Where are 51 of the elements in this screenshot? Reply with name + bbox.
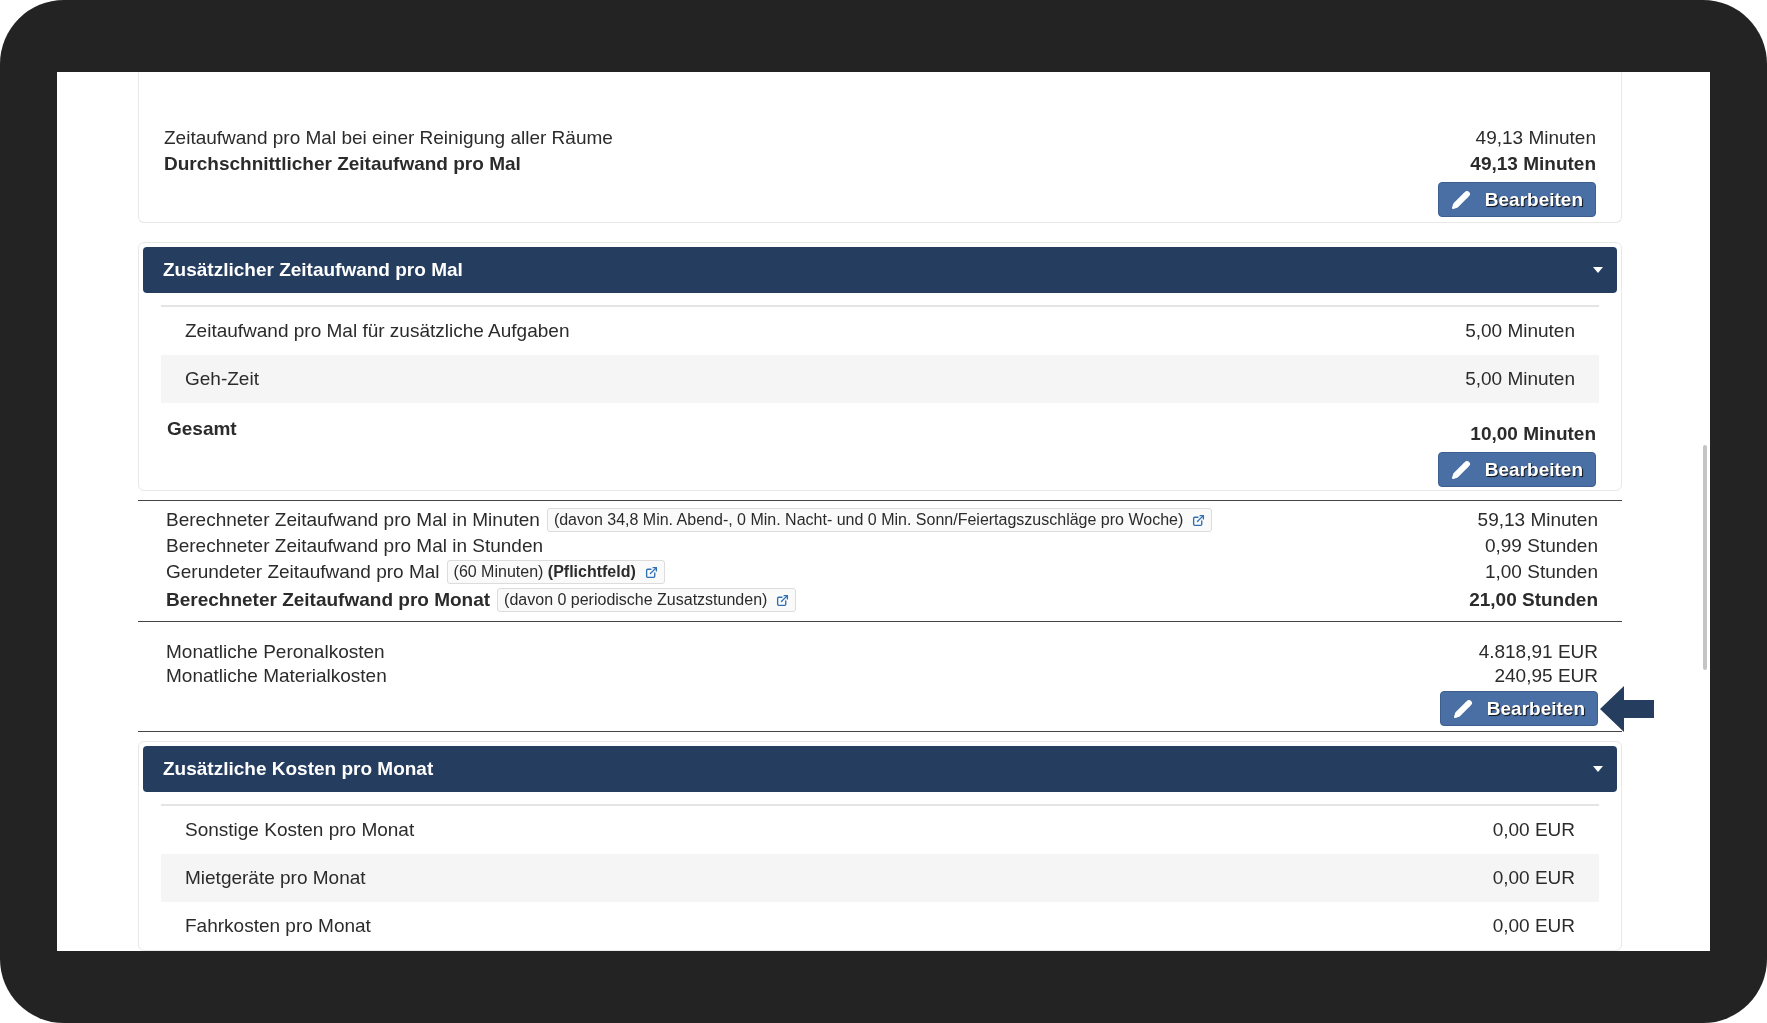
row-value: 5,00 Minuten xyxy=(1465,320,1575,342)
info-tag[interactable]: (davon 34,8 Min. Abend-, 0 Min. Nacht- und 0 Min. Sonn/Feiertagszuschläge pro Woche) xyxy=(546,508,1213,533)
calc-value: 21,00 Stunden xyxy=(1469,588,1598,613)
panel-title: Zusätzliche Kosten pro Monat xyxy=(163,758,434,780)
cost-label: Monatliche Peronalkosten xyxy=(166,640,385,665)
summary-value: 49,13 Minuten xyxy=(1470,152,1596,176)
external-link-icon xyxy=(644,565,658,579)
external-link-icon xyxy=(776,593,790,607)
cost-value: 4.818,91 EUR xyxy=(1478,640,1598,665)
pencil-icon xyxy=(1450,189,1471,210)
row-value: 0,00 EUR xyxy=(1492,915,1575,937)
cost-label: Monatliche Materialkosten xyxy=(166,664,387,689)
pencil-icon xyxy=(1452,698,1473,719)
summary-value: 49,13 Minuten xyxy=(1475,126,1596,150)
arrow-icon xyxy=(1600,686,1654,733)
calc-label: Berechneter Zeitaufwand pro Monat xyxy=(166,588,491,613)
row-value: 0,00 EUR xyxy=(1492,819,1575,841)
total-label: Gesamt xyxy=(167,417,237,441)
pencil-icon xyxy=(1450,459,1471,480)
panel-header[interactable]: Zusätzlicher Zeitaufwand pro Mal xyxy=(143,247,1617,293)
info-tag[interactable]: (davon 0 periodische Zusatzstunden) xyxy=(497,588,797,613)
panel-header[interactable]: Zusätzliche Kosten pro Monat xyxy=(143,746,1617,792)
row-label: Geh-Zeit xyxy=(185,368,259,390)
note-text: (davon 34,8 Min. Abend-, 0 Min. Nacht- und 0 Min. Sonn/Feiertagszuschläge pro Woche) xyxy=(553,511,1184,530)
external-link-icon xyxy=(1192,513,1206,527)
calc-label: Berechneter Zeitaufwand pro Mal in Stunden xyxy=(166,534,544,559)
caret-icon xyxy=(1593,766,1603,772)
info-tag[interactable]: (60 Minuten) (Pflichtfeld) xyxy=(446,560,665,585)
caret-icon xyxy=(1593,267,1603,273)
scrollbar-thumb[interactable] xyxy=(1703,445,1707,670)
note-text: (davon 0 periodische Zusatzstunden) xyxy=(504,591,768,610)
summary-label: Zeitaufwand pro Mal bei einer Reinigung aller Räume xyxy=(164,126,613,150)
cost-value: 240,95 EUR xyxy=(1494,664,1598,689)
summary-label: Durchschnittlicher Zeitaufwand pro Mal xyxy=(164,152,521,176)
row-label: Sonstige Kosten pro Monat xyxy=(185,819,415,841)
row-label: Fahrkosten pro Monat xyxy=(185,915,371,937)
row-label: Mietgeräte pro Monat xyxy=(185,867,366,889)
total-value: 10,00 Minuten xyxy=(1470,422,1596,446)
edit-button[interactable]: Bearbeiten xyxy=(1437,182,1596,217)
calc-value: 59,13 Minuten xyxy=(1477,508,1598,533)
row-label: Zeitaufwand pro Mal für zusätzliche Aufgaben xyxy=(185,320,570,342)
row-value: 5,00 Minuten xyxy=(1465,368,1575,390)
calc-label: Berechneter Zeitaufwand pro Mal in Minuten xyxy=(166,508,540,533)
edit-button[interactable]: Bearbeiten xyxy=(1439,691,1598,727)
calc-value: 1,00 Stunden xyxy=(1484,560,1598,585)
note-text: (60 Minuten) (Pflichtfeld) xyxy=(453,563,636,582)
edit-button[interactable]: Bearbeiten xyxy=(1437,452,1596,487)
calc-value: 0,99 Stunden xyxy=(1484,534,1598,559)
calc-label: Gerundeter Zeitaufwand pro Mal xyxy=(166,560,440,585)
panel-title: Zusätzlicher Zeitaufwand pro Mal xyxy=(163,259,463,281)
row-value: 0,00 EUR xyxy=(1492,867,1575,889)
